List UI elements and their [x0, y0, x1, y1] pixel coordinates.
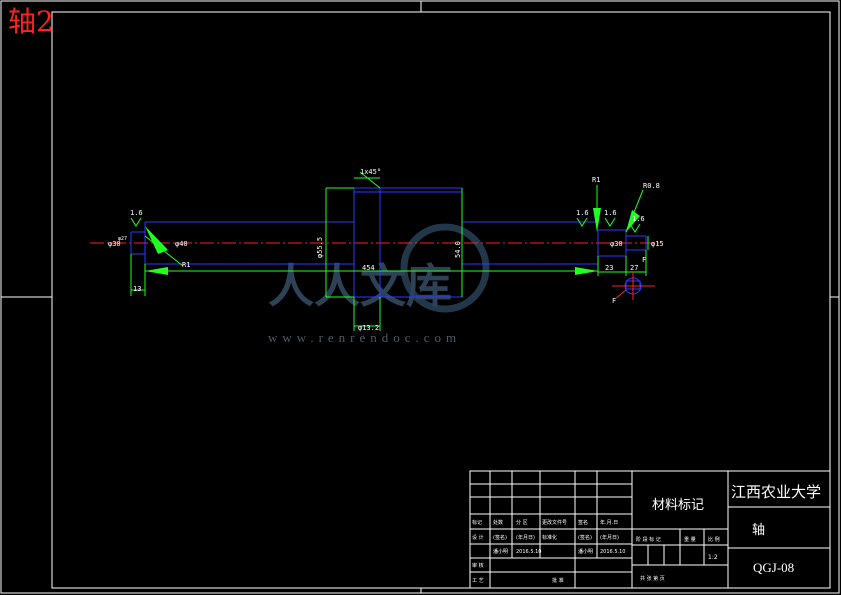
section-label-1: F — [642, 256, 646, 264]
dim-overall-length: 454 — [362, 264, 375, 272]
dim-left-radius: R1 — [182, 261, 190, 269]
dim-left-dia: φ40 — [175, 240, 188, 248]
dim-roughness-right-3: 1.6 — [632, 215, 645, 223]
stage-label-0: 阶 段 标 记 — [636, 536, 661, 543]
sign-row-5: 2016.5.10 — [600, 549, 625, 555]
design-row-2: (年月日) — [516, 534, 535, 541]
row-header-4: 签名 — [578, 519, 588, 526]
design-row-4: (签名) — [578, 534, 592, 541]
approve-label: 批 准 — [552, 577, 564, 584]
dim-right-len-2: 27 — [630, 264, 638, 272]
stage-label-2: 比 例 — [708, 536, 720, 543]
stage-label-1: 重 量 — [684, 536, 696, 543]
section-label-2: F — [612, 297, 616, 305]
sheet-info: 共 张 第 页 — [640, 575, 665, 582]
dim-left-dia-small-sub: φ27 — [118, 236, 127, 242]
dim-right-radius-2: R0.8 — [643, 182, 660, 190]
row-header-0: 标记 — [472, 519, 482, 526]
dim-right-dia-small: φ15 — [651, 240, 664, 248]
material-label: 材料标记 — [652, 498, 704, 513]
drawing-no: QGJ-08 — [753, 560, 794, 575]
part-name: 轴 — [752, 523, 765, 538]
dim-chamfer: 1x45° — [360, 168, 381, 176]
dim-right-len-1: 23 — [605, 264, 613, 272]
watermark-logo: 人人文库 — [268, 223, 490, 313]
design-row-1: (签名) — [493, 534, 507, 541]
dim-right-dia: φ30 — [610, 240, 623, 248]
dim-roughness-right-1: 1.6 — [576, 209, 589, 217]
sign-row-2: 2016.5.10 — [516, 549, 541, 555]
design-row-5: (年月日) — [600, 534, 619, 541]
row-header-1: 处数 — [493, 519, 503, 526]
design-row-3: 标准化 — [542, 534, 557, 541]
scale-value: 1:2 — [708, 554, 718, 561]
title-block-text: 江西农业大学 材料标记 轴 QGJ-08 1:2 标记 处数 分 区 更改文件号… — [472, 483, 821, 584]
sign-row-4: 潘小明 — [578, 548, 593, 555]
watermark-text: 人人文库 — [268, 259, 452, 313]
dim-right-radius-1: R1 — [592, 176, 600, 184]
design-row-0: 设 计 — [472, 534, 484, 541]
roughness-symbols — [130, 217, 641, 233]
section-marker — [612, 272, 655, 300]
row-header-5: 年.月.日 — [600, 519, 618, 526]
sign-row-1: 潘小明 — [493, 548, 508, 555]
process-label: 工 艺 — [472, 578, 484, 584]
dim-roughness-left: 1.6 — [130, 209, 143, 217]
watermark-url: www.renrendoc.com — [268, 330, 462, 345]
sheet-title: 轴2 — [8, 5, 54, 38]
cad-drawing: 人人文库 1x45° 1.6 1.6 1.6 1.6 φ30 φ27 φ40 R… — [0, 0, 840, 594]
dim-collar-dia: φ55.5 — [316, 237, 324, 258]
row-header-2: 分 区 — [516, 519, 528, 526]
dim-left-end-len: 13 — [133, 285, 141, 293]
dim-collar-tol: 54.0 — [454, 241, 462, 258]
school-name: 江西农业大学 — [731, 483, 821, 501]
dim-roughness-right-2: 1.6 — [604, 209, 617, 217]
row-header-3: 更改文件号 — [542, 519, 567, 526]
review-label: 审 核 — [472, 562, 484, 569]
